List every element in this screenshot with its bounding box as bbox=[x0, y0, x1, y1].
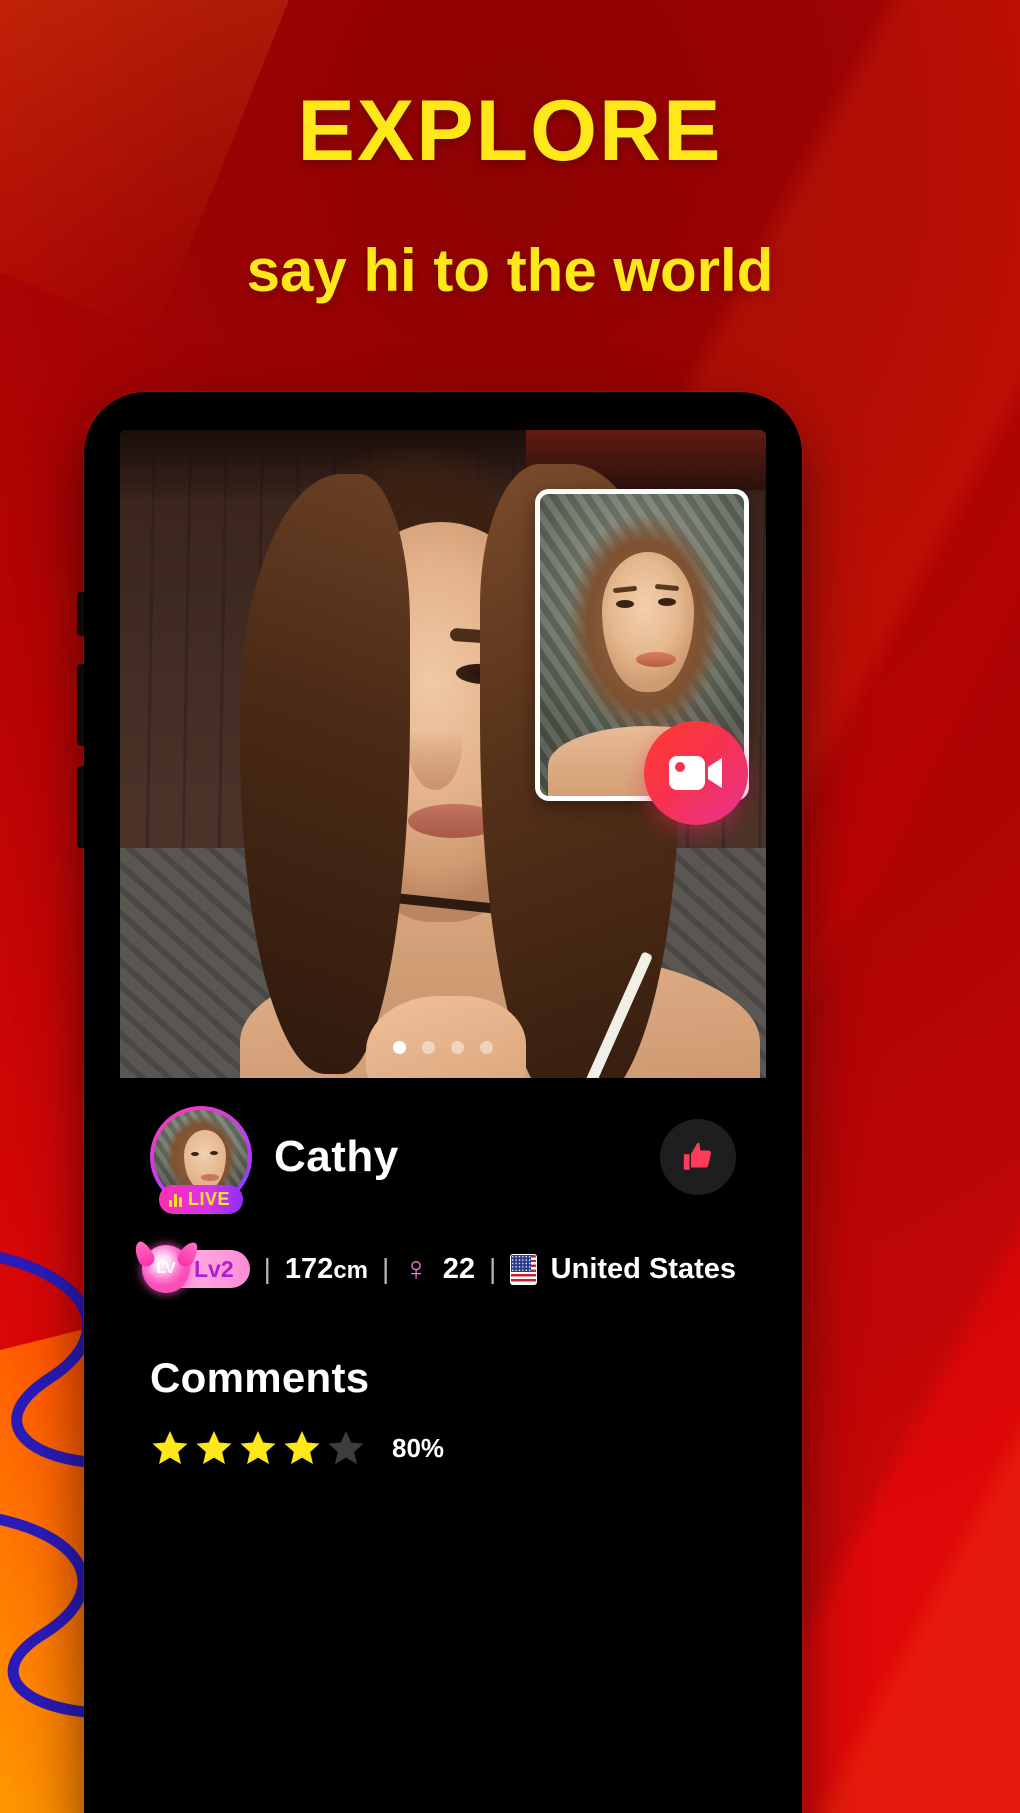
star-icon-3[interactable] bbox=[238, 1428, 278, 1468]
star-icon-1[interactable] bbox=[150, 1428, 190, 1468]
avatar-lips bbox=[201, 1174, 219, 1181]
profile-photo-carousel[interactable] bbox=[120, 430, 766, 1078]
live-equalizer-icon bbox=[168, 1193, 182, 1207]
comments-heading: Comments bbox=[150, 1354, 370, 1401]
avatar-eye-left bbox=[191, 1152, 199, 1156]
profile-height-value: 172 bbox=[284, 1252, 334, 1285]
star-icon-4[interactable] bbox=[282, 1428, 322, 1468]
profile-country: United States bbox=[550, 1252, 736, 1285]
video-call-button[interactable] bbox=[644, 721, 748, 825]
phone-screen: LIVE Cathy LV Lv2 | 172cm | ♀ 22 | Unite… bbox=[120, 430, 766, 1813]
phone-side-button-volume-up bbox=[77, 664, 84, 746]
status-badge: LIVE bbox=[158, 1185, 244, 1214]
photo-subject-nose bbox=[408, 698, 462, 790]
pip-subject-lips bbox=[636, 652, 676, 667]
carousel-dot-3[interactable] bbox=[451, 1041, 464, 1054]
us-flag-icon bbox=[510, 1253, 537, 1285]
page-subtitle: say hi to the world bbox=[246, 237, 774, 304]
meta-separator-1: | bbox=[263, 1253, 271, 1284]
phone-side-button-mute bbox=[77, 592, 84, 636]
pip-subject-eye-right bbox=[658, 598, 676, 606]
phone-notch bbox=[352, 398, 534, 424]
level-orb-icon: LV bbox=[142, 1245, 190, 1293]
comments-section: Comments 80% bbox=[150, 1354, 736, 1468]
level-badge: LV Lv2 bbox=[142, 1245, 250, 1293]
carousel-dot-1[interactable] bbox=[393, 1041, 406, 1054]
star-rating[interactable] bbox=[150, 1428, 366, 1468]
profile-header-row: LIVE Cathy bbox=[150, 1106, 736, 1214]
phone-side-button-volume-down bbox=[77, 766, 84, 848]
rating-percent: 80% bbox=[392, 1432, 445, 1463]
star-icon-2[interactable] bbox=[194, 1428, 234, 1468]
video-camera-icon bbox=[669, 756, 722, 790]
promo-banner: EXPLORE say hi to the world LIVE Cathy L… bbox=[0, 0, 1020, 1813]
pip-subject-eye-left bbox=[616, 600, 634, 608]
carousel-dots[interactable] bbox=[120, 1041, 766, 1054]
like-button[interactable] bbox=[660, 1119, 736, 1195]
profile-height-unit: cm bbox=[333, 1256, 368, 1284]
phone-mockup: LIVE Cathy LV Lv2 | 172cm | ♀ 22 | Unite… bbox=[77, 392, 802, 1813]
avatar-eye-right bbox=[210, 1151, 218, 1155]
profile-height: 172cm bbox=[285, 1253, 368, 1286]
meta-separator-3: | bbox=[489, 1253, 497, 1284]
profile-age: 22 bbox=[442, 1252, 476, 1285]
rating-row: 80% bbox=[150, 1428, 736, 1468]
gender-icon: ♀ bbox=[403, 1250, 429, 1288]
level-badge-label: Lv2 bbox=[194, 1255, 234, 1282]
live-badge-label: LIVE bbox=[187, 1189, 231, 1209]
avatar[interactable]: LIVE bbox=[150, 1106, 252, 1214]
thumbs-up-icon bbox=[683, 1142, 711, 1170]
star-icon-5[interactable] bbox=[326, 1428, 366, 1468]
page-title: EXPLORE bbox=[297, 83, 723, 179]
carousel-dot-2[interactable] bbox=[422, 1041, 435, 1054]
carousel-dot-4[interactable] bbox=[480, 1041, 493, 1054]
profile-section: LIVE Cathy LV Lv2 | 172cm | ♀ 22 | Unite… bbox=[120, 1078, 766, 1468]
profile-username: Cathy bbox=[274, 1132, 399, 1181]
profile-meta-row: LV Lv2 | 172cm | ♀ 22 | United States bbox=[142, 1245, 736, 1293]
meta-separator-2: | bbox=[382, 1253, 390, 1284]
